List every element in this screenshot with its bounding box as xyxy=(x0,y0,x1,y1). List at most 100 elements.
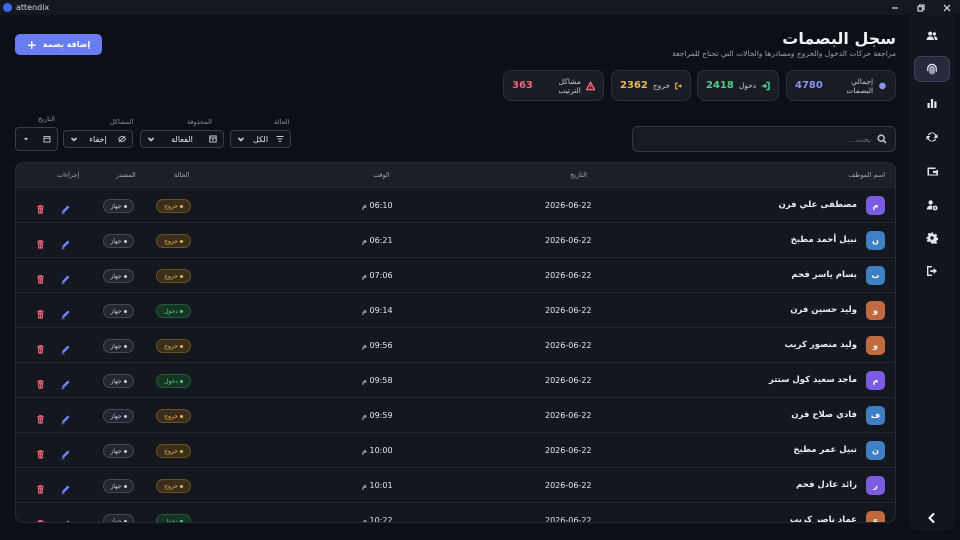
table-row[interactable]: ن نبيل أحمد مطبخ 2026-06-22 06:21 م خروج جهاز xyxy=(16,222,895,257)
status-text: خروج xyxy=(164,237,178,245)
collapse-sidebar-button[interactable] xyxy=(914,505,950,531)
status-badge: خروج xyxy=(156,444,191,458)
edit-button[interactable] xyxy=(60,515,71,522)
filter-date-picker[interactable] xyxy=(15,127,58,151)
restore-button[interactable] xyxy=(908,0,934,15)
edit-button[interactable] xyxy=(60,200,71,215)
chevron-left-icon xyxy=(928,512,935,524)
status-badge: خروج xyxy=(156,479,191,493)
restore-icon xyxy=(917,3,925,12)
delete-button[interactable] xyxy=(35,445,46,459)
punch-time: 10:22 م xyxy=(362,516,393,523)
table-row[interactable]: ر رائد عادل فحم 2026-06-22 10:01 م خروج جهاز xyxy=(16,467,895,502)
status-text: خروج xyxy=(164,447,178,455)
table-row[interactable]: م ماجد سعيد كول ستتر 2026-06-22 09:58 م دخول… xyxy=(16,362,895,397)
sidebar-item-logout[interactable] xyxy=(914,258,950,284)
source-text: جهاز xyxy=(110,447,122,455)
punch-date: 2026-06-22 xyxy=(545,411,592,420)
employee-name: بسام ياسر فحم xyxy=(791,270,857,280)
close-button[interactable] xyxy=(934,0,960,15)
source-dot xyxy=(123,484,127,488)
edit-button[interactable] xyxy=(60,445,71,460)
delete-button[interactable] xyxy=(35,410,46,424)
stat-label: مشاكل الترتيب xyxy=(558,76,581,95)
status-badge: خروج xyxy=(156,234,191,248)
stat-order-issues: مشاكل الترتيب 363 xyxy=(503,70,604,101)
delete-button[interactable] xyxy=(35,515,46,522)
wallet-icon xyxy=(927,167,938,176)
pencil-icon xyxy=(61,380,70,390)
app-title: attendix xyxy=(16,3,50,12)
trash-icon xyxy=(37,450,44,459)
minimize-button[interactable] xyxy=(882,0,908,15)
sync-icon xyxy=(926,132,938,142)
table-row[interactable]: ب بسام ياسر فحم 2026-06-22 07:06 م خروج جهاز xyxy=(16,257,895,292)
sidebar-item-sync[interactable] xyxy=(914,124,950,150)
sidebar-item-reports[interactable] xyxy=(914,90,950,116)
delete-button[interactable] xyxy=(35,305,46,319)
filter-deleted-value: الفعالة xyxy=(171,134,193,144)
stat-value: 2418 xyxy=(706,80,734,91)
table-row[interactable]: و وليد حسين فرن 2026-06-22 09:14 م دخول جهاز xyxy=(16,292,895,327)
add-fingerprint-button[interactable]: إضافة بصمة + xyxy=(15,34,102,55)
delete-button[interactable] xyxy=(35,200,46,214)
trash-icon xyxy=(37,520,44,522)
sidebar-item-users[interactable] xyxy=(914,23,950,49)
punch-date: 2026-06-22 xyxy=(545,271,592,280)
search-input[interactable] xyxy=(651,134,871,144)
chevron-down-icon xyxy=(70,137,78,142)
table-row[interactable]: ف فادي صلاح فرن 2026-06-22 09:59 م خروج جهاز xyxy=(16,397,895,432)
plus-icon: + xyxy=(26,37,37,52)
status-text: دخول xyxy=(164,377,178,385)
edit-button[interactable] xyxy=(60,375,71,390)
status-badge: خروج xyxy=(156,199,191,213)
sidebar-item-user-settings[interactable] xyxy=(914,192,950,218)
status-badge: خروج xyxy=(156,409,191,423)
table-row[interactable]: ع عماد ناصر كريب 2026-06-22 10:22 م دخول جهاز xyxy=(16,502,895,523)
sidebar-item-settings[interactable] xyxy=(914,225,950,251)
source-badge: جهاز xyxy=(103,339,134,353)
pencil-icon xyxy=(61,240,70,250)
edit-button[interactable] xyxy=(60,235,71,250)
punch-date: 2026-06-22 xyxy=(545,446,592,455)
edit-button[interactable] xyxy=(60,480,71,495)
edit-button[interactable] xyxy=(60,340,71,355)
filter-issues-select[interactable]: إخفاء xyxy=(63,130,133,148)
status-dot xyxy=(179,344,183,348)
punch-date: 2026-06-22 xyxy=(545,201,592,210)
source-text: جهاز xyxy=(110,237,122,245)
stat-label: خروج xyxy=(652,81,671,90)
source-text: جهاز xyxy=(110,482,122,490)
sidebar-item-wallet[interactable] xyxy=(914,158,950,184)
trash-icon xyxy=(37,345,44,354)
edit-button[interactable] xyxy=(60,270,71,285)
pencil-icon xyxy=(61,310,70,320)
table-row[interactable]: ن نبيل عمر مطبخ 2026-06-22 10:00 م خروج جهاز xyxy=(16,432,895,467)
stat-value: 2362 xyxy=(620,80,648,91)
employee-name: عماد ناصر كريب xyxy=(789,515,857,523)
avatar: م xyxy=(866,371,885,390)
edit-button[interactable] xyxy=(60,305,71,320)
status-text: خروج xyxy=(164,482,178,490)
filter-issues-value: إخفاء xyxy=(89,134,107,144)
status-badge: دخول xyxy=(156,514,191,522)
sidebar-item-fingerprint[interactable] xyxy=(914,56,950,82)
delete-button[interactable] xyxy=(35,375,46,389)
delete-button[interactable] xyxy=(35,270,46,284)
source-dot xyxy=(123,274,127,278)
attendance-table: اسم الموظف التاريخ الوقت الحالة المصدر إ… xyxy=(15,162,896,523)
table-row[interactable]: م مصطفى علي فرن 2026-06-22 06:10 م خروج جهاز xyxy=(16,187,895,222)
punch-time: 10:01 م xyxy=(362,481,393,490)
edit-button[interactable] xyxy=(60,410,71,425)
filter-deleted-select[interactable]: الفعالة xyxy=(140,130,224,148)
delete-button[interactable] xyxy=(35,340,46,354)
pencil-icon xyxy=(61,485,70,495)
delete-button[interactable] xyxy=(35,480,46,494)
punch-date: 2026-06-22 xyxy=(545,376,592,385)
source-dot xyxy=(123,204,127,208)
table-row[interactable]: و وليد منصور كريب 2026-06-22 09:56 م خروج جها… xyxy=(16,327,895,362)
status-text: خروج xyxy=(164,342,178,350)
status-dot xyxy=(179,449,183,453)
filter-status-select[interactable]: الكل xyxy=(230,130,291,148)
delete-button[interactable] xyxy=(35,235,46,249)
